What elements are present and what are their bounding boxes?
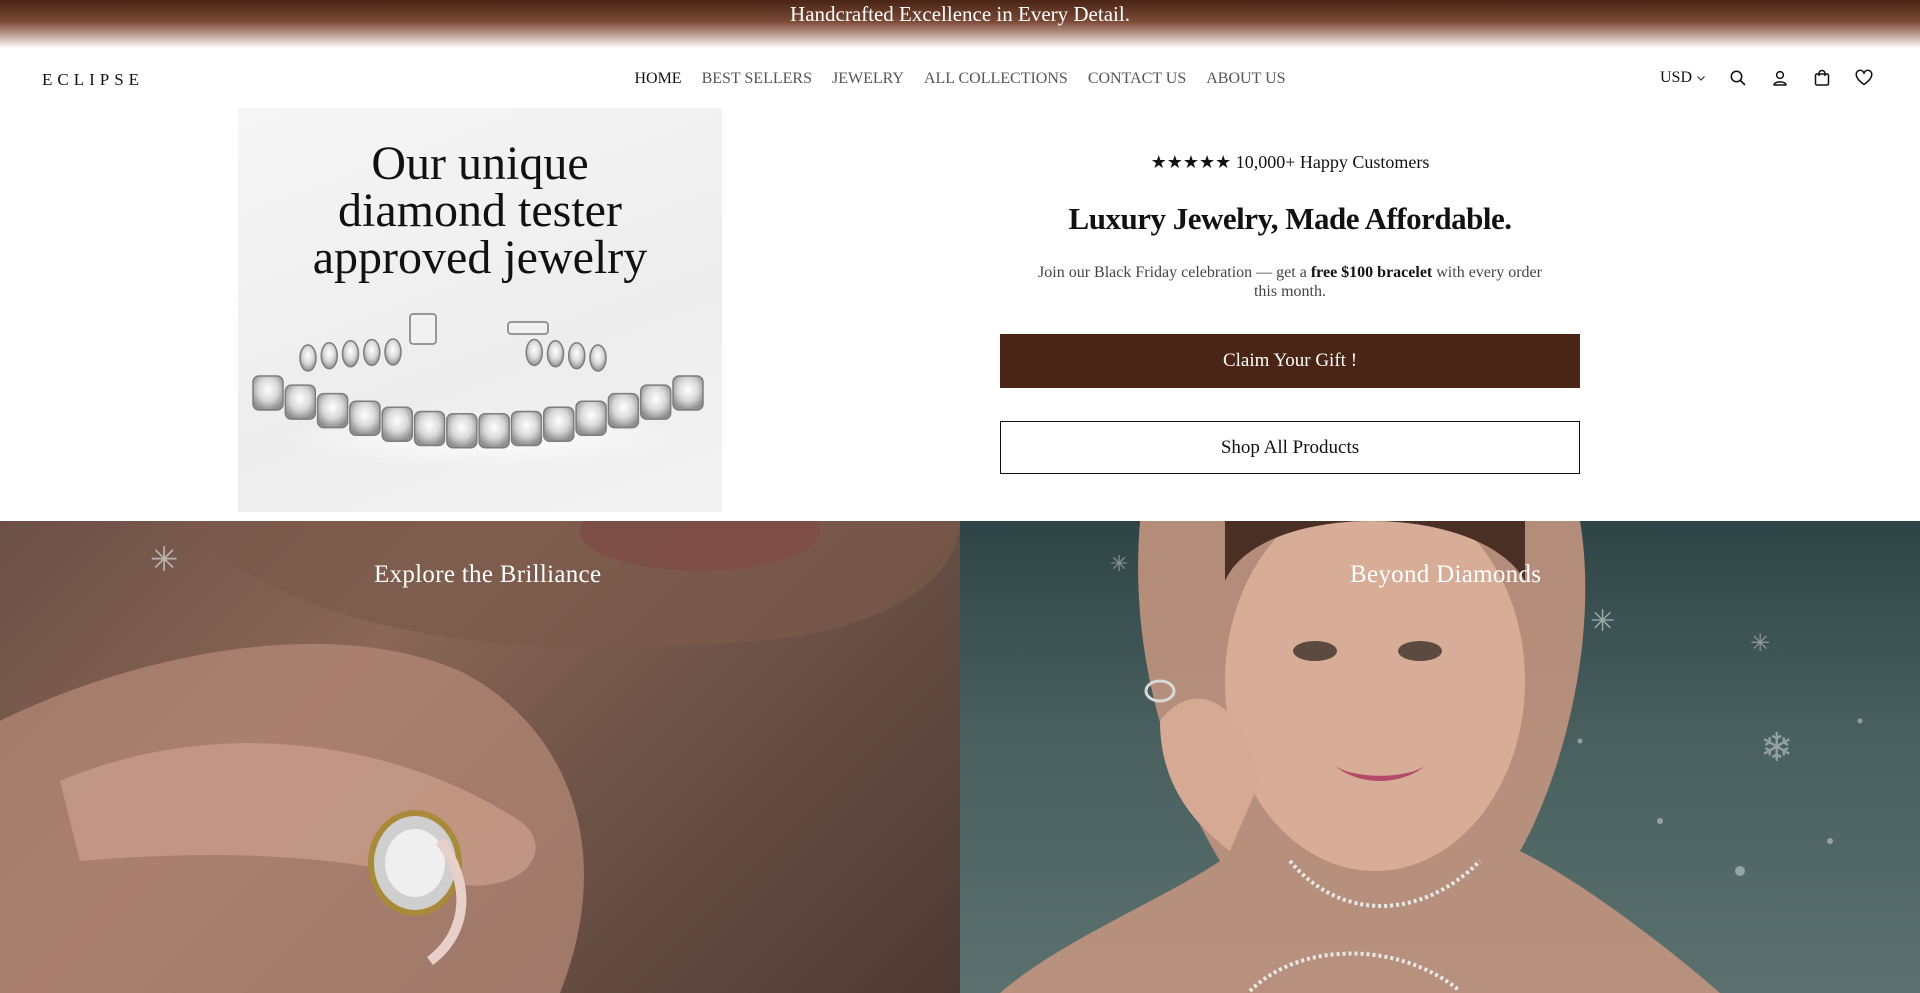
bracelet-stone bbox=[589, 344, 607, 372]
svg-text:✳: ✳ bbox=[1750, 629, 1770, 657]
claim-gift-button[interactable]: Claim Your Gift ! bbox=[1000, 334, 1580, 388]
tile-title-beyond-diamonds: Beyond Diamonds bbox=[1350, 561, 1542, 588]
announcement-text: Handcrafted Excellence in Every Detail. bbox=[790, 2, 1130, 26]
promo-headline-line: approved jewelry bbox=[312, 231, 648, 284]
bracelet-stone bbox=[316, 392, 349, 429]
hero-subtext-highlight: free $100 bracelet bbox=[1310, 264, 1433, 281]
collection-tile-explore-brilliance[interactable]: ✳ Explore the Brilliance bbox=[0, 521, 960, 993]
nav-item-all-collections[interactable]: ALL COLLECTIONS bbox=[924, 70, 1068, 88]
hero-section: ★★★★★ 10,000+ Happy Customers Luxury Jew… bbox=[1000, 108, 1580, 474]
tennis-bracelet-image bbox=[252, 313, 704, 468]
bracelet-stone bbox=[446, 412, 478, 449]
promo-image: Our unique diamond tester approved jewel… bbox=[238, 108, 722, 512]
cart-icon[interactable] bbox=[1810, 66, 1834, 90]
hero-subtext-before: Join our Black Friday celebration — get … bbox=[1038, 264, 1311, 281]
nav-item-best-sellers[interactable]: BEST SELLERS bbox=[702, 70, 812, 88]
chevron-down-icon bbox=[1697, 76, 1705, 81]
svg-text:✳: ✳ bbox=[1590, 604, 1615, 639]
bracelet-stone bbox=[413, 410, 446, 447]
bracelet-stone bbox=[639, 384, 672, 420]
bracelet-stone bbox=[672, 375, 704, 411]
tile-title-explore-brilliance: Explore the Brilliance bbox=[374, 561, 602, 588]
announcement-bar: Handcrafted Excellence in Every Detail. bbox=[0, 0, 1920, 48]
bracelet-stone bbox=[543, 406, 575, 443]
bracelet-stone bbox=[341, 340, 360, 368]
wishlist-icon[interactable] bbox=[1852, 66, 1876, 90]
bracelet-stone bbox=[525, 338, 543, 367]
currency-label: USD bbox=[1659, 69, 1692, 86]
bracelet-stone bbox=[607, 392, 640, 429]
nav-item-contact-us[interactable]: CONTACT US bbox=[1088, 70, 1186, 88]
promo-headline: Our unique diamond tester approved jewel… bbox=[238, 137, 722, 284]
main-nav: HOME BEST SELLERS JEWELRY ALL COLLECTION… bbox=[0, 70, 1920, 88]
bracelet-stone bbox=[510, 410, 543, 447]
bracelet-stone bbox=[546, 340, 565, 368]
bracelet-stone bbox=[320, 341, 338, 370]
promo-headline-line: Our unique bbox=[371, 137, 589, 190]
ring-hand-image: ✳ bbox=[0, 521, 960, 993]
header-tools: USD bbox=[1660, 66, 1876, 90]
customer-rating: ★★★★★ 10,000+ Happy Customers bbox=[1150, 152, 1430, 172]
currency-selector[interactable]: USD bbox=[1660, 69, 1706, 87]
shop-all-products-button[interactable]: Shop All Products bbox=[1000, 421, 1580, 474]
collection-tile-beyond-diamonds[interactable]: ✳ ❄ ✳ ✳ Beyond Diamonds bbox=[960, 521, 1920, 993]
bracelet-stone bbox=[349, 400, 381, 436]
site-header: ECLIPSE HOME BEST SELLERS JEWELRY ALL CO… bbox=[0, 56, 1920, 104]
promo-headline-line: diamond tester bbox=[338, 184, 622, 237]
hero-subtext: Join our Black Friday celebration — get … bbox=[1025, 263, 1555, 301]
account-icon[interactable] bbox=[1768, 66, 1792, 90]
bracelet-stone bbox=[384, 338, 402, 366]
bracelet-stone bbox=[299, 344, 317, 372]
hero-headline: Luxury Jewelry, Made Affordable. bbox=[1068, 201, 1512, 236]
bracelet-stone bbox=[575, 400, 607, 436]
nav-item-jewelry[interactable]: JEWELRY bbox=[832, 70, 904, 88]
nav-item-home[interactable]: HOME bbox=[634, 70, 681, 88]
model-portrait-image: ✳ ❄ ✳ ✳ bbox=[1000, 521, 1863, 993]
bracelet-stone bbox=[478, 412, 510, 449]
bracelet-stone bbox=[252, 375, 284, 411]
bracelet-stone bbox=[284, 384, 317, 420]
bracelet-stone bbox=[363, 338, 381, 367]
bracelet-stone bbox=[568, 341, 586, 370]
bracelet-stone bbox=[381, 406, 413, 443]
nav-item-about-us[interactable]: ABOUT US bbox=[1206, 70, 1285, 88]
search-icon[interactable] bbox=[1726, 66, 1750, 90]
svg-text:❄: ❄ bbox=[1760, 725, 1794, 771]
